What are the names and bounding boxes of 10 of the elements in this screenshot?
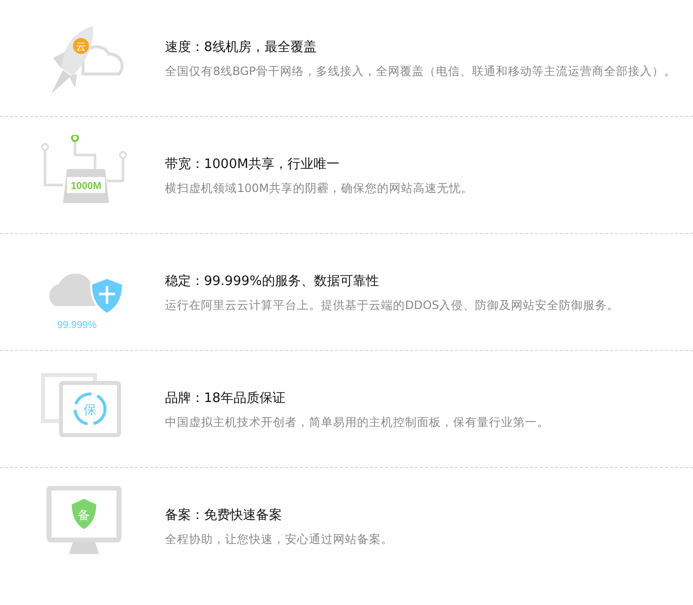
- feature-description: 横扫虚机领域100M共享的阴霾，确保您的网站高速无忧。: [165, 180, 473, 196]
- feature-description: 中国虚拟主机技术开创者，简单易用的主机控制面板，保有量行业第一。: [165, 414, 549, 430]
- feature-title: 带宽：1000M共享，行业唯一: [165, 156, 340, 172]
- feature-description: 全国仅有8线BGP骨干网络，多线接入，全网覆盖（电信、联通和移动等主流运营商全部接入）。: [165, 64, 676, 78]
- feature-title: 速度：8线机房，最全覆盖: [165, 38, 318, 56]
- feature-description: 全程协助，让您快速，安心通过网站备案。: [165, 532, 393, 546]
- feature-title: 稳定：99.999%的服务、数据可靠性: [165, 272, 380, 290]
- feature-title: 品牌：18年品质保证: [165, 390, 287, 406]
- feature-title: 备案：免费快速备案: [165, 506, 283, 524]
- feature-description: 运行在阿里云云计算平台上。提供基于云端的DDOS入侵、防御及网站安全防御服务。: [165, 298, 620, 312]
